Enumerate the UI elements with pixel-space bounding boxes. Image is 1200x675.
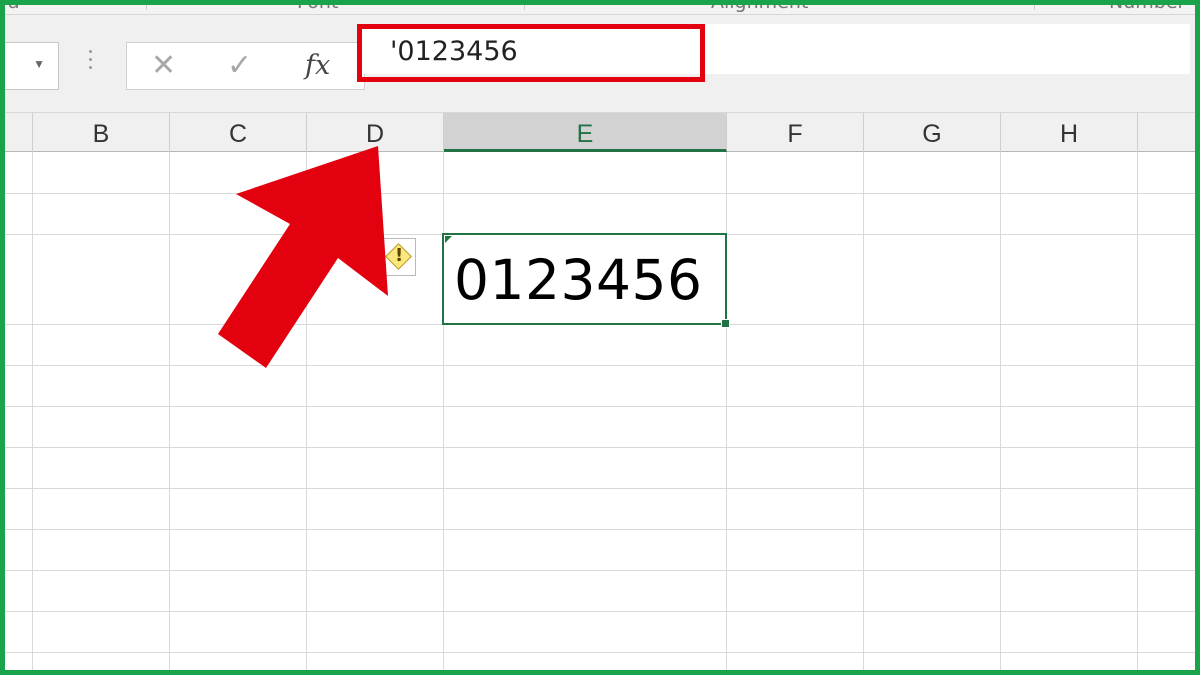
red-arrow-icon <box>218 146 388 368</box>
